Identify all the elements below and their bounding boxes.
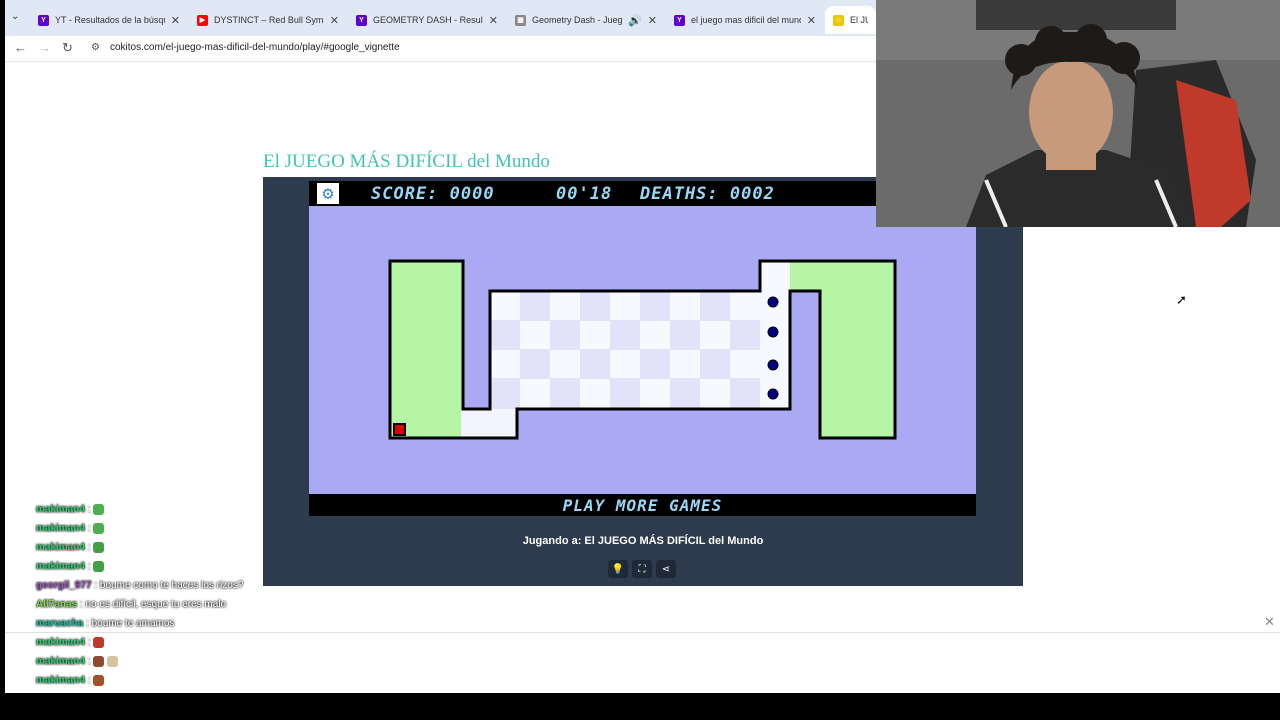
chat-message: makiman4 :	[36, 561, 105, 573]
play-more-games-button[interactable]: PLAY MORE GAMES	[309, 494, 976, 516]
enemy-dot	[767, 388, 779, 400]
chat-message: maruacha : boume te amamos	[36, 618, 174, 629]
screen: ⌄ Y YT - Resultados de la búsqueda ✕ ▶ D…	[0, 0, 1280, 720]
share-icon[interactable]: ⋖	[656, 560, 676, 578]
end-safe-zone-top	[790, 261, 895, 291]
start-safe-zone	[390, 261, 463, 438]
emote-icon	[107, 656, 119, 667]
mouse-cursor-icon: ➚	[1176, 292, 1187, 307]
emote-icon	[93, 561, 105, 572]
chat-text: : no es difícil, esque tu eres malo	[79, 599, 227, 610]
now-playing-label: Jugando a: El JUEGO MÁS DIFÍCIL del Mund…	[522, 535, 764, 547]
webcam-overlay	[876, 0, 1280, 227]
chat-message: makiman4 :	[36, 542, 105, 554]
connector-tiles	[461, 409, 517, 438]
chat-username: makiman4	[36, 542, 85, 554]
divider	[0, 632, 1280, 633]
chat-message: All7anas : no es difícil, esque tu eres …	[36, 599, 226, 610]
deaths-display: DEATHS: 0002	[640, 184, 775, 204]
chat-message: makiman4 :	[36, 523, 105, 535]
bottom-bar	[0, 693, 1280, 720]
checkerboard	[490, 261, 790, 409]
chat-text: :	[87, 523, 91, 535]
close-ad-icon[interactable]: ✕	[1264, 614, 1275, 630]
enemy-dot	[767, 326, 779, 338]
chat-text: :	[87, 561, 91, 573]
chat-text: :	[87, 504, 91, 516]
emote-icon	[93, 675, 105, 686]
chat-message: makiman4 :	[36, 656, 119, 668]
emote-icon	[93, 637, 105, 648]
chat-text: :	[87, 675, 91, 687]
settings-gear-icon[interactable]: ⚙	[317, 183, 339, 204]
chat-username: makiman4	[36, 675, 85, 687]
end-safe-zone	[820, 290, 895, 438]
enemy-dot	[767, 296, 779, 308]
chat-username: makiman4	[36, 656, 85, 668]
chat-username: georgil_977	[36, 580, 92, 591]
chat-message: makiman4 :	[36, 675, 105, 687]
emote-icon	[93, 542, 105, 553]
chat-username: makiman4	[36, 523, 85, 535]
chat-username: All7anas	[36, 599, 78, 610]
chat-text: : boume te amamos	[86, 618, 175, 629]
chat-message: makiman4 :	[36, 637, 105, 649]
player-square	[393, 423, 406, 436]
timer-display: 00'18	[556, 184, 613, 204]
chat-username: makiman4	[36, 504, 85, 516]
chat-text: :	[87, 542, 91, 554]
chat-text: : boume como te haces los rizos?	[94, 580, 244, 591]
lightbulb-icon[interactable]: 💡	[608, 560, 628, 578]
chat-message: makiman4 :	[36, 504, 105, 516]
chat-username: makiman4	[36, 637, 85, 649]
left-edge	[0, 0, 5, 693]
score-display: SCORE: 0000	[371, 184, 495, 204]
emote-icon	[93, 504, 105, 515]
emote-icon	[93, 523, 105, 534]
emote-icon	[93, 656, 105, 667]
chat-text: :	[87, 656, 91, 668]
chat-text: :	[87, 637, 91, 649]
chat-message: georgil_977 : boume como te haces los ri…	[36, 580, 243, 591]
enemy-dot	[767, 359, 779, 371]
chat-username: makiman4	[36, 561, 85, 573]
streamer-image	[876, 0, 1280, 227]
chat-username: maruacha	[36, 618, 84, 629]
fullscreen-icon[interactable]: ⛶	[632, 560, 652, 578]
